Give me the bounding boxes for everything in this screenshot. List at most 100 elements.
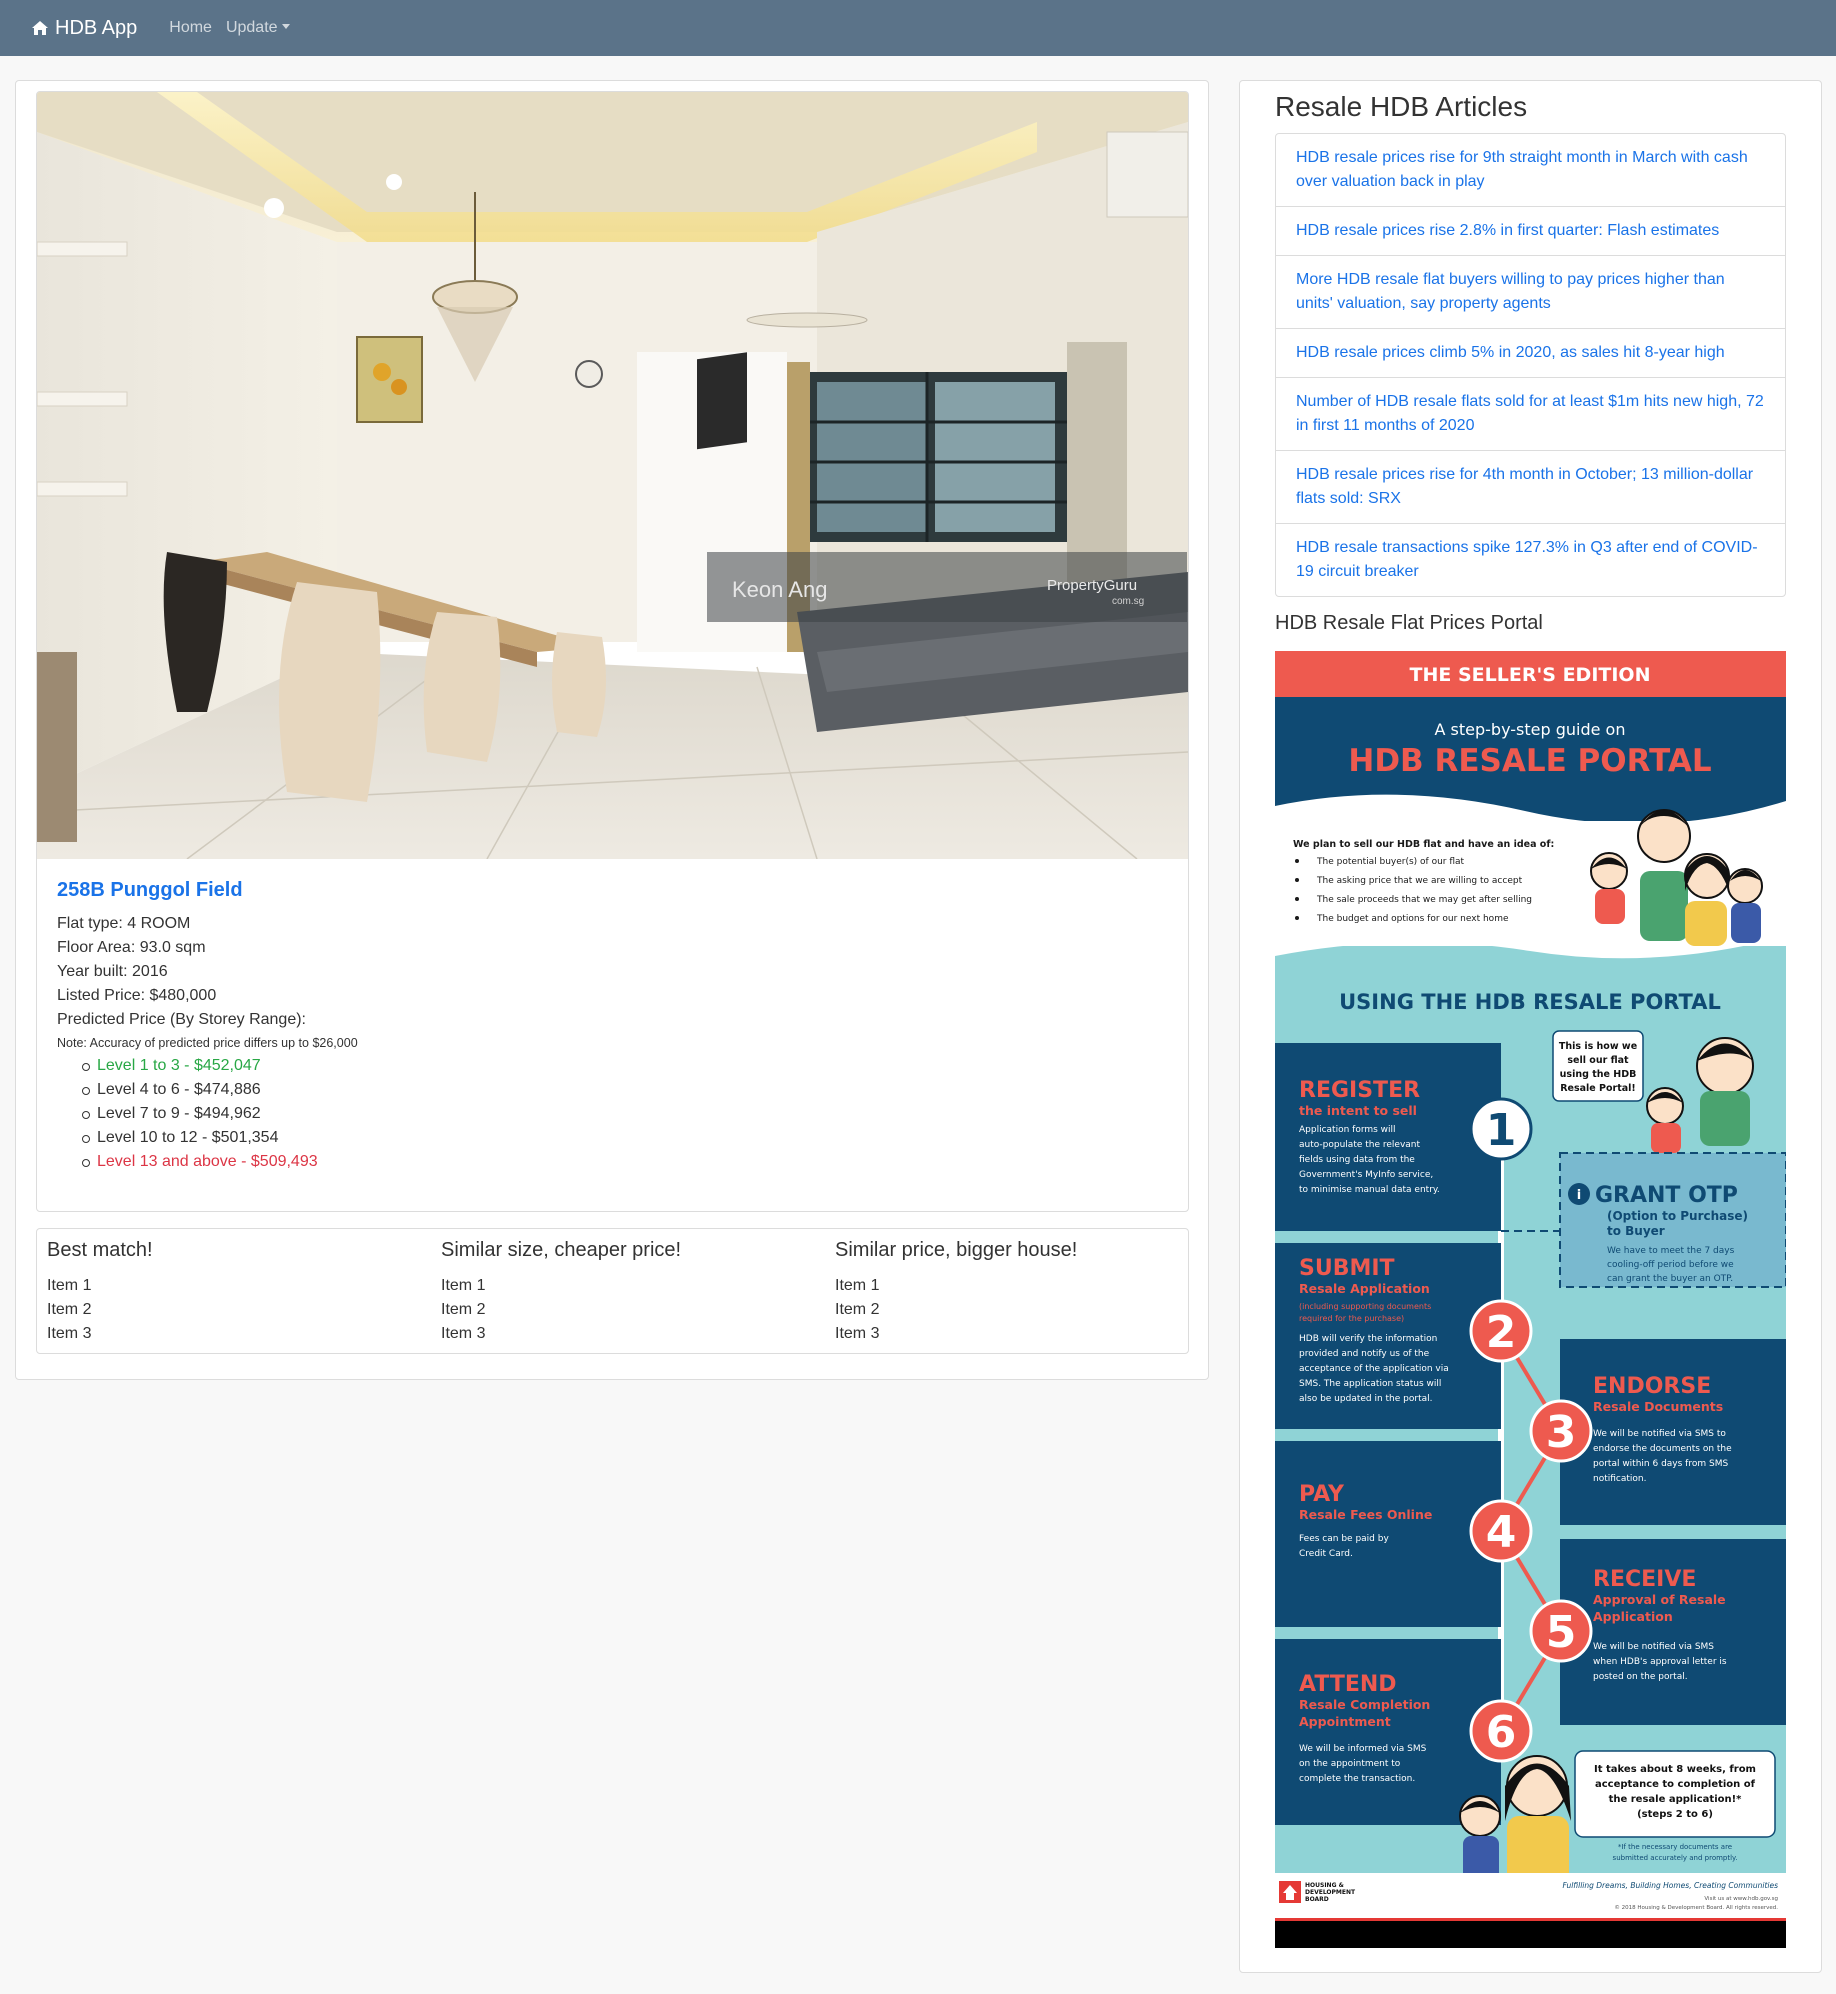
listing-photo: Keon Ang PropertyGuru com.sg: [37, 92, 1188, 859]
svg-text:BOARD: BOARD: [1305, 1896, 1329, 1903]
list-item: Item 2: [835, 1301, 880, 1318]
svg-text:It takes about 8 weeks, from: It takes about 8 weeks, from: [1594, 1764, 1756, 1775]
list-item: Item 1: [441, 1277, 486, 1294]
article-link[interactable]: HDB resale prices rise for 4th month in …: [1276, 451, 1785, 524]
svg-text:the resale application!*: the resale application!*: [1609, 1794, 1743, 1805]
svg-text:6: 6: [1486, 1707, 1517, 1758]
predicted-heading: Predicted Price (By Storey Range):: [57, 1011, 306, 1028]
svg-text:SUBMIT: SUBMIT: [1299, 1256, 1395, 1281]
svg-text:Visit us at www.hdb.gov.sg: Visit us at www.hdb.gov.sg: [1704, 1896, 1778, 1902]
photo-watermark: Keon Ang: [732, 577, 827, 602]
list-item: Item 1: [835, 1277, 880, 1294]
listing-address-link[interactable]: 258B Punggol Field: [57, 879, 1157, 902]
best-match-column: Best match! Item 1 Item 2 Item 3: [47, 1239, 153, 1346]
svg-text:to minimise manual data entry.: to minimise manual data entry.: [1299, 1185, 1440, 1195]
navbar: HDB App Home Update: [0, 0, 1836, 56]
article-link[interactable]: More HDB resale flat buyers willing to p…: [1276, 256, 1785, 329]
article-link[interactable]: HDB resale prices climb 5% in 2020, as s…: [1276, 329, 1785, 378]
brand-link[interactable]: HDB App: [31, 17, 137, 40]
svg-text:provided and notify us of the: provided and notify us of the: [1299, 1349, 1430, 1359]
list-item: Item 2: [47, 1301, 92, 1318]
flat-type: Flat type: 4 ROOM: [57, 915, 191, 932]
svg-text:Application forms will: Application forms will: [1299, 1125, 1396, 1135]
svg-text:1: 1: [1486, 1105, 1517, 1156]
svg-text:(including supporting document: (including supporting documents: [1299, 1302, 1431, 1311]
svg-text:SMS. The application status wi: SMS. The application status will: [1299, 1379, 1441, 1389]
svg-text:can grant the buyer an OTP.: can grant the buyer an OTP.: [1607, 1274, 1733, 1284]
svg-text:The asking price that we are w: The asking price that we are willing to …: [1316, 876, 1523, 886]
svg-text:Fulfilling Dreams, Building Ho: Fulfilling Dreams, Building Homes, Creat…: [1562, 1881, 1778, 1890]
svg-text:Appointment: Appointment: [1299, 1714, 1391, 1729]
listing-info: 258B Punggol Field Flat type: 4 ROOM Flo…: [57, 879, 1157, 1174]
svg-text:5: 5: [1546, 1607, 1577, 1658]
svg-text:DEVELOPMENT: DEVELOPMENT: [1305, 1889, 1356, 1896]
photo-logo: PropertyGuru: [1047, 577, 1137, 594]
portal-title: HDB Resale Flat Prices Portal: [1275, 612, 1543, 634]
svg-text:We have to meet the 7 days: We have to meet the 7 days: [1607, 1246, 1735, 1256]
svg-text:the intent to sell: the intent to sell: [1299, 1103, 1417, 1118]
svg-text:acceptance to completion of: acceptance to completion of: [1595, 1779, 1756, 1790]
svg-text:HDB RESALE PORTAL: HDB RESALE PORTAL: [1348, 743, 1711, 779]
level-item: Level 1 to 3 - $452,047: [82, 1054, 1157, 1078]
column-heading: Best match!: [47, 1239, 153, 1261]
svg-text:portal within 6 days from SMS: portal within 6 days from SMS: [1593, 1459, 1728, 1469]
svg-text:4: 4: [1486, 1507, 1517, 1558]
svg-text:using the HDB: using the HDB: [1560, 1069, 1637, 1080]
svg-text:notification.: notification.: [1593, 1474, 1646, 1484]
svg-text:RECEIVE: RECEIVE: [1593, 1567, 1696, 1592]
similar-card: Best match! Item 1 Item 2 Item 3 Similar…: [36, 1228, 1189, 1354]
portal-infographic[interactable]: THE SELLER'S EDITION A step-by-step guid…: [1275, 651, 1786, 1948]
column-heading: Similar size, cheaper price!: [441, 1239, 682, 1261]
svg-text:posted on the portal.: posted on the portal.: [1593, 1672, 1688, 1682]
svg-text:We will be notified via SMS: We will be notified via SMS: [1593, 1642, 1714, 1652]
bigger-column: Similar price, bigger house! Item 1 Item…: [835, 1239, 1077, 1346]
svg-text:to Buyer: to Buyer: [1607, 1224, 1665, 1238]
svg-text:THE SELLER'S EDITION: THE SELLER'S EDITION: [1410, 664, 1651, 686]
article-link[interactable]: Number of HDB resale flats sold for at l…: [1276, 378, 1785, 451]
svg-text:ENDORSE: ENDORSE: [1593, 1374, 1711, 1399]
svg-text:We will be informed via SMS: We will be informed via SMS: [1299, 1744, 1427, 1754]
nav-update-dropdown[interactable]: Update: [226, 19, 290, 37]
list-item: Item 2: [441, 1301, 486, 1318]
list-item: Item 1: [47, 1277, 92, 1294]
photo-logo-sub: com.sg: [1112, 596, 1144, 607]
list-item: Item 3: [441, 1325, 486, 1342]
level-list: Level 1 to 3 - $452,047 Level 4 to 6 - $…: [82, 1054, 1157, 1174]
svg-text:required for the purchase): required for the purchase): [1299, 1314, 1404, 1323]
svg-text:cooling-off period before we: cooling-off period before we: [1607, 1260, 1734, 1270]
article-link[interactable]: HDB resale transactions spike 127.3% in …: [1276, 524, 1785, 596]
svg-text:(steps 2 to 6): (steps 2 to 6): [1637, 1809, 1713, 1820]
svg-text:ATTEND: ATTEND: [1299, 1672, 1397, 1697]
floor-area: Floor Area: 93.0 sqm: [57, 939, 206, 956]
svg-text:i: i: [1577, 1188, 1581, 1203]
level-item: Level 10 to 12 - $501,354: [82, 1126, 1157, 1150]
article-link[interactable]: HDB resale prices rise 2.8% in first qua…: [1276, 207, 1785, 256]
nav-home-link[interactable]: Home: [169, 19, 212, 37]
svg-text:complete the transaction.: complete the transaction.: [1299, 1774, 1415, 1784]
level-item: Level 7 to 9 - $494,962: [82, 1102, 1157, 1126]
column-heading: Similar price, bigger house!: [835, 1239, 1078, 1261]
svg-text:submitted accurately and promp: submitted accurately and promptly.: [1613, 1854, 1738, 1862]
level-item: Level 4 to 6 - $474,886: [82, 1078, 1157, 1102]
nav-update-label: Update: [225, 19, 278, 36]
svg-text:endorse the documents on the: endorse the documents on the: [1593, 1444, 1732, 1454]
svg-text:The budget and options for our: The budget and options for our next home: [1316, 914, 1509, 924]
listing-card: Keon Ang PropertyGuru com.sg 258B Punggo…: [36, 91, 1189, 1212]
brand-label: HDB App: [55, 16, 138, 39]
articles-list: HDB resale prices rise for 9th straight …: [1275, 133, 1786, 597]
svg-text:Resale Portal!: Resale Portal!: [1560, 1083, 1636, 1094]
svg-text:Resale Documents: Resale Documents: [1593, 1399, 1723, 1414]
svg-text:Application: Application: [1593, 1609, 1673, 1624]
article-link[interactable]: HDB resale prices rise for 9th straight …: [1276, 134, 1785, 207]
svg-text:acceptance of the application: acceptance of the application via: [1299, 1364, 1449, 1374]
svg-text:PAY: PAY: [1299, 1482, 1345, 1507]
list-item: Item 3: [835, 1325, 880, 1342]
svg-text:(Option to Purchase): (Option to Purchase): [1607, 1209, 1748, 1223]
svg-text:Credit Card.: Credit Card.: [1299, 1549, 1353, 1559]
svg-text:2: 2: [1486, 1307, 1517, 1358]
svg-text:when HDB's approval letter is: when HDB's approval letter is: [1593, 1657, 1727, 1667]
svg-text:Resale Completion: Resale Completion: [1299, 1697, 1430, 1712]
caret-down-icon: [281, 24, 290, 29]
svg-text:© 2018 Housing & Development B: © 2018 Housing & Development Board. All …: [1614, 1904, 1778, 1911]
list-item: Item 3: [47, 1325, 92, 1342]
